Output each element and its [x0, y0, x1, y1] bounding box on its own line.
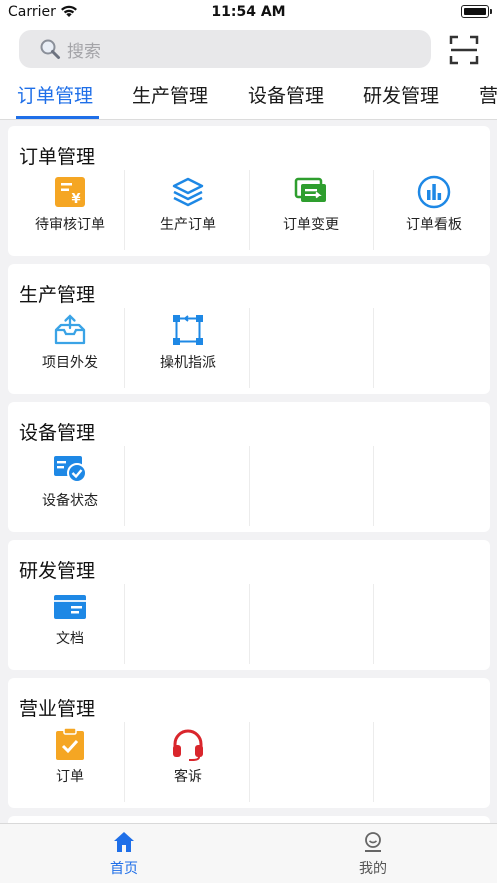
tab-equipment-management[interactable]: 设备管理: [248, 82, 324, 112]
search-placeholder: 搜索: [67, 41, 101, 62]
menu-item-project-outsourcing[interactable]: 项目外发: [8, 308, 132, 388]
outbox-icon: [54, 314, 86, 345]
profile-icon: [365, 832, 381, 852]
divider: [373, 584, 374, 664]
divider: [124, 308, 125, 388]
section-title: 订单管理: [19, 146, 96, 168]
nav-label: 我的: [359, 861, 387, 877]
divider: [373, 308, 374, 388]
section-title: 研发管理: [19, 560, 96, 582]
search-bar: 搜索: [0, 26, 497, 74]
menu-item-label: 设备状态: [42, 493, 98, 509]
battery-icon: [461, 5, 492, 18]
menu-item-label: 生产订单: [160, 217, 216, 233]
order-change-icon: [294, 177, 326, 202]
svg-text:¥: ¥: [71, 192, 80, 207]
menu-item-order-changes[interactable]: 订单变更: [249, 170, 373, 250]
divider: [249, 722, 250, 802]
chart-board-icon: [417, 175, 451, 209]
section-rnd-management: 研发管理 文档: [8, 540, 490, 670]
divider: [124, 584, 125, 664]
menu-item-label: 订单看板: [406, 217, 462, 233]
divider: [249, 308, 250, 388]
menu-item-label: 项目外发: [42, 355, 98, 371]
tab-order-management[interactable]: 订单管理: [17, 82, 93, 112]
section-title: 设备管理: [19, 422, 96, 444]
menu-item-label: 文档: [56, 631, 84, 647]
headset-icon: [173, 729, 203, 761]
menu-item-documents[interactable]: 文档: [8, 584, 132, 664]
menu-item-production-orders[interactable]: 生产订单: [126, 170, 250, 250]
nav-home[interactable]: 首页: [64, 830, 184, 878]
tab-production-management[interactable]: 生产管理: [132, 82, 208, 112]
menu-item-label: 操机指派: [160, 355, 216, 371]
assign-icon: [173, 315, 203, 345]
search-input[interactable]: 搜索: [19, 30, 431, 68]
search-icon: [40, 39, 60, 59]
bottom-navigation: 首页 我的: [0, 823, 497, 883]
menu-item-machine-assignment[interactable]: 操机指派: [126, 308, 250, 388]
divider: [249, 446, 250, 526]
section-production-management: 生产管理 项目外发 操机指派: [8, 264, 490, 394]
device-status-icon: [54, 456, 87, 483]
tab-business-management[interactable]: 营: [479, 82, 497, 112]
pending-order-icon: ¥: [55, 177, 85, 207]
section-order-management: 订单管理 ¥ 待审核订单 生产订单 订单变更 订单看板: [8, 126, 490, 256]
scan-icon[interactable]: [448, 34, 480, 66]
menu-item-order-board[interactable]: 订单看板: [372, 170, 496, 250]
status-bar: Carrier 11:54 AM: [0, 0, 497, 26]
section-business-management: 营业管理 订单 客诉: [8, 678, 490, 808]
menu-item-label: 订单变更: [283, 217, 339, 233]
section-equipment-management: 设备管理 设备状态: [8, 402, 490, 532]
menu-item-orders[interactable]: 订单: [8, 722, 132, 802]
divider: [124, 170, 125, 250]
document-icon: [54, 595, 86, 619]
divider: [249, 584, 250, 664]
divider: [124, 722, 125, 802]
section-title: 生产管理: [19, 284, 96, 306]
divider: [373, 722, 374, 802]
home-icon: [114, 832, 134, 852]
menu-item-label: 客诉: [174, 769, 202, 785]
menu-item-label: 订单: [56, 769, 84, 785]
active-tab-indicator: [16, 116, 99, 119]
section-title: 营业管理: [19, 698, 96, 720]
status-time: 11:54 AM: [211, 4, 286, 20]
nav-profile[interactable]: 我的: [313, 830, 433, 878]
divider: [124, 446, 125, 526]
nav-label: 首页: [110, 861, 138, 877]
divider: [373, 446, 374, 526]
menu-item-complaints[interactable]: 客诉: [126, 722, 250, 802]
menu-item-label: 待审核订单: [35, 217, 105, 233]
layers-icon: [172, 177, 204, 207]
tab-rnd-management[interactable]: 研发管理: [363, 82, 439, 112]
clipboard-check-icon: [56, 727, 84, 760]
category-tabs: 订单管理 生产管理 设备管理 研发管理 营: [0, 74, 497, 120]
menu-item-device-status[interactable]: 设备状态: [8, 446, 132, 526]
menu-item-pending-orders[interactable]: ¥ 待审核订单: [8, 170, 132, 250]
